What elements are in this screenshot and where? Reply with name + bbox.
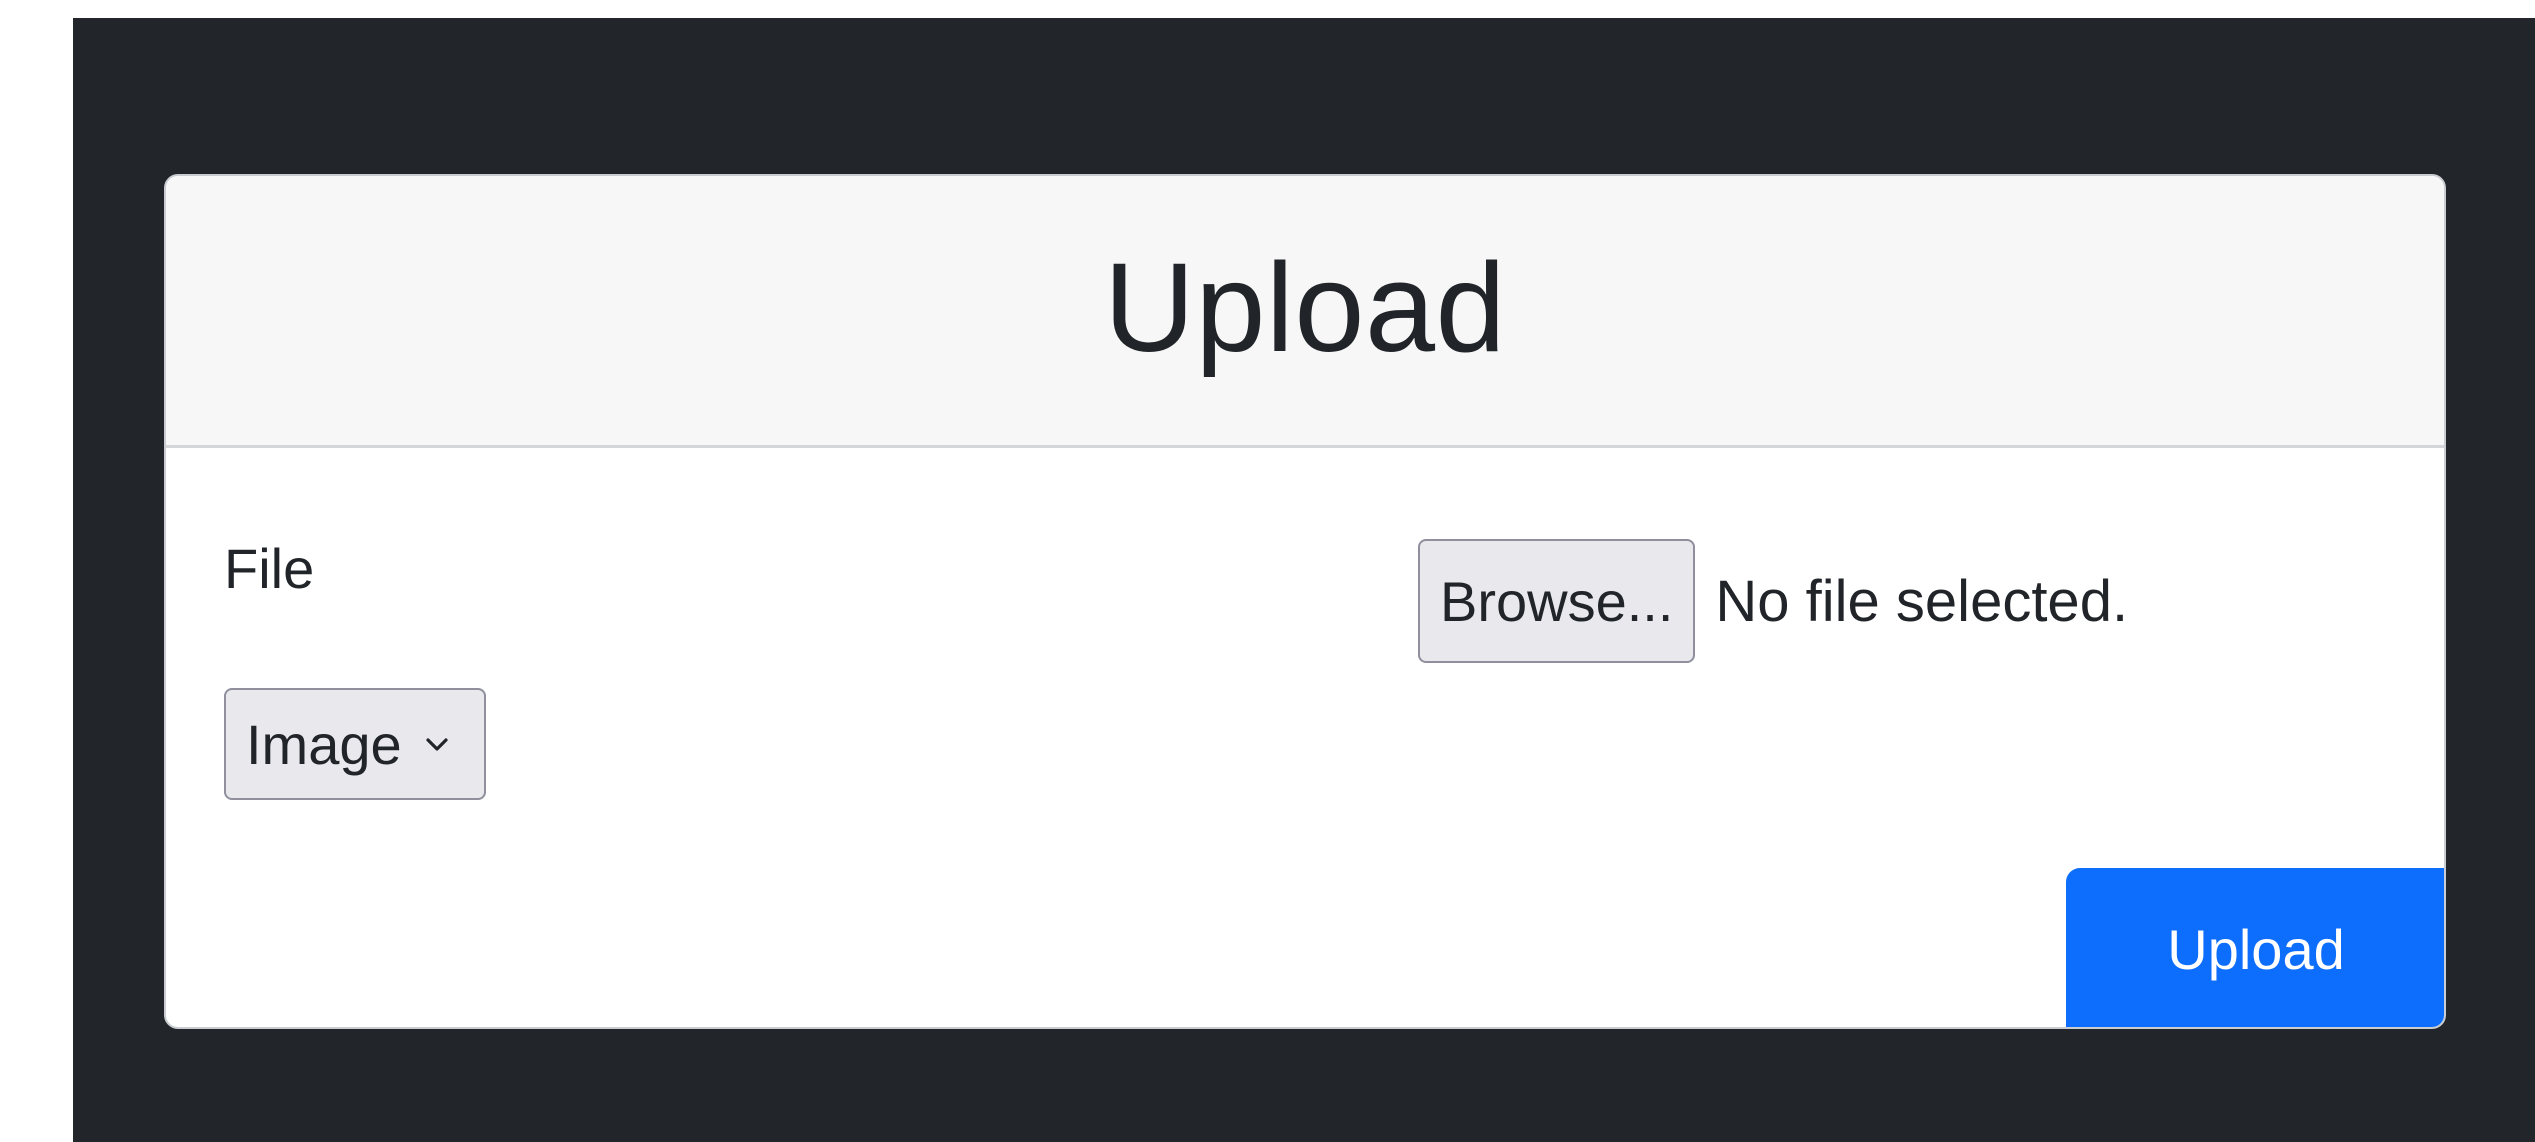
file-type-select[interactable]: Image [224, 688, 486, 800]
card-header: Upload [166, 176, 2444, 448]
upload-submit-button[interactable]: Upload [2066, 868, 2444, 1027]
page-viewport: Upload File Browse... No file selected. … [0, 0, 2535, 1142]
file-type-selected-value: Image [246, 712, 402, 776]
page-title: Upload [1103, 237, 1507, 378]
file-input[interactable]: Browse... No file selected. [1418, 538, 2128, 664]
file-status-text: No file selected. [1715, 568, 2129, 634]
chevron-down-icon [426, 738, 448, 751]
upload-card: Upload File Browse... No file selected. … [164, 174, 2446, 1029]
browse-button[interactable]: Browse... [1418, 539, 1696, 663]
file-label: File [224, 537, 315, 600]
